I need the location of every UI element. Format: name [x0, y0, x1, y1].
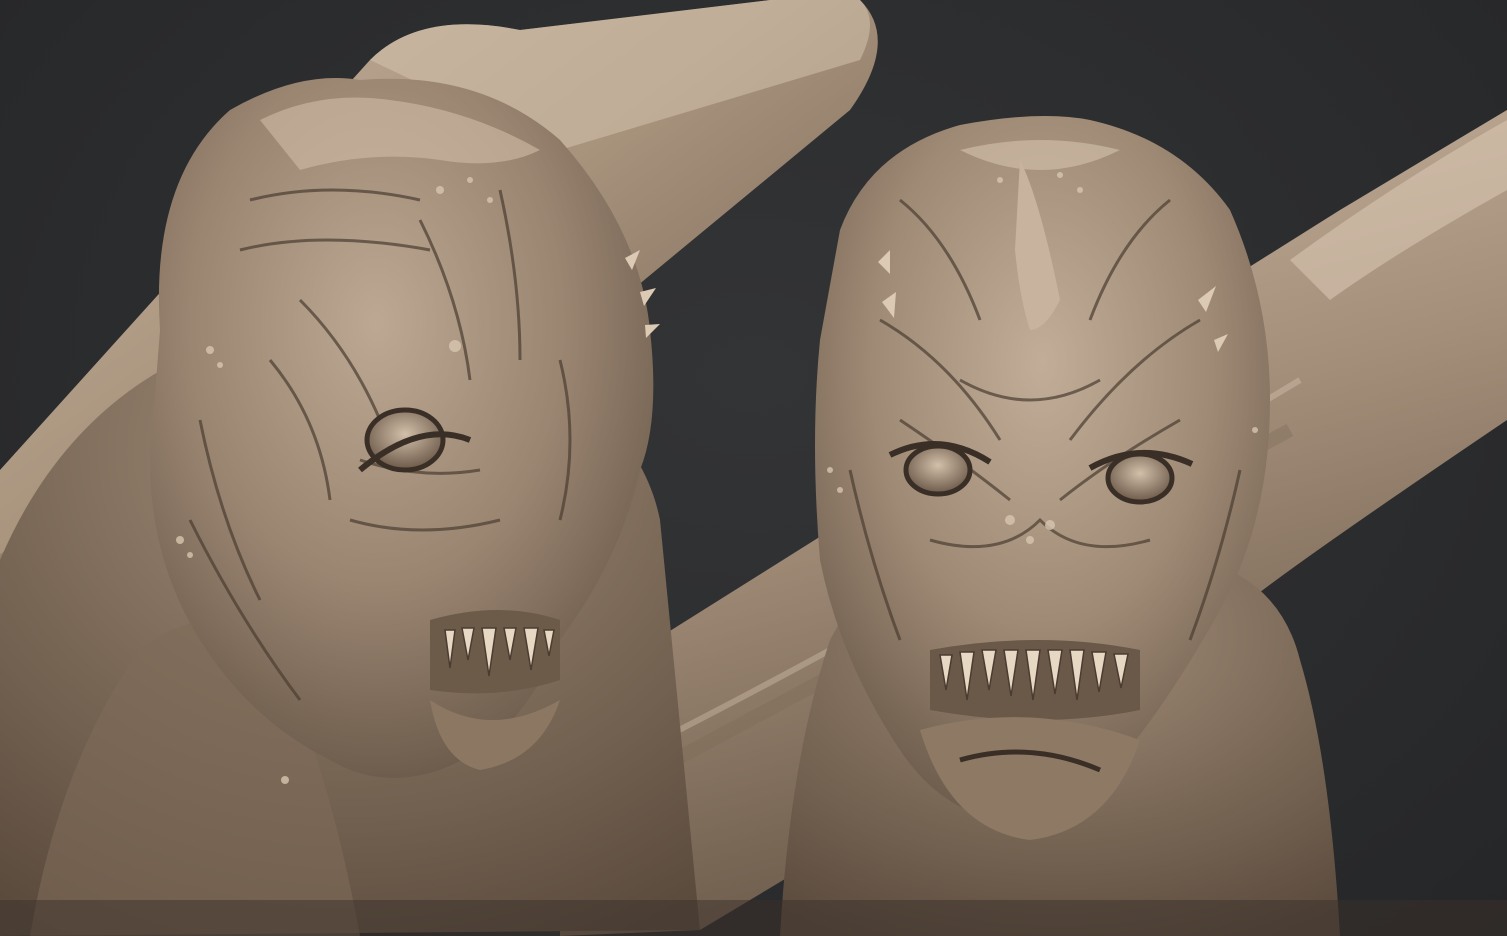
viewport-canvas[interactable] [0, 0, 1507, 936]
left-sculpt [0, 78, 700, 936]
right-sculpt-eye-left-icon [903, 443, 973, 497]
right-sculpt-eye-right-icon [1105, 451, 1175, 505]
render-svg [0, 0, 1507, 936]
